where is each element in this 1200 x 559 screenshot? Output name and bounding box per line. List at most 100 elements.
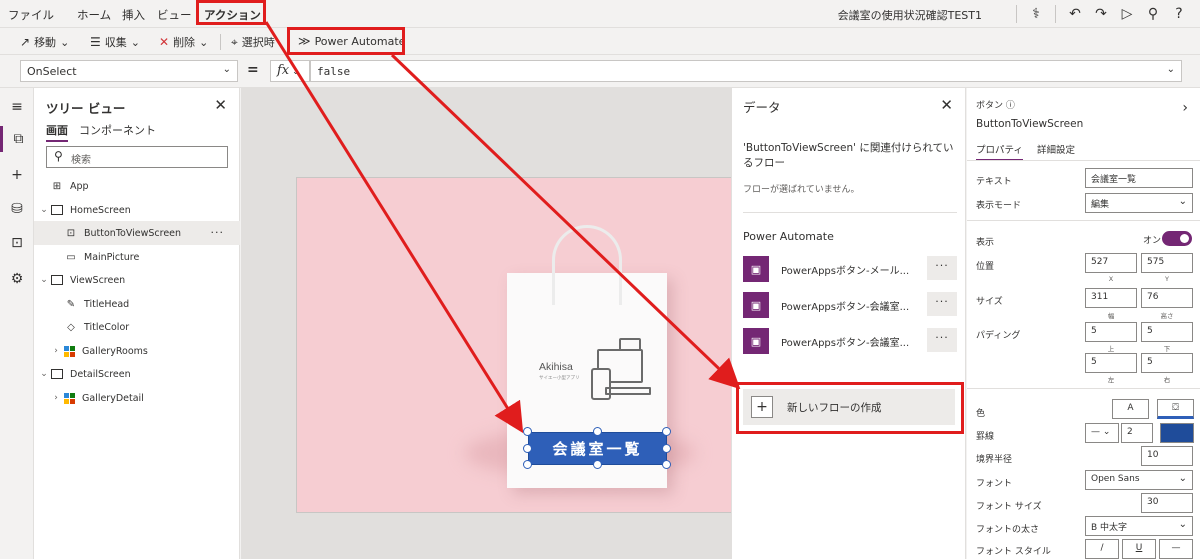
resize-handle[interactable] (593, 460, 602, 469)
flow-item[interactable]: ▣ PowerAppsボタン-会議室... ··· (743, 290, 957, 320)
radius-input[interactable]: 10 (1141, 446, 1193, 466)
text-color-button[interactable]: A (1112, 399, 1149, 419)
help-circle-icon[interactable]: ⓘ (1006, 101, 1015, 111)
formula-input[interactable]: false ⌄ (310, 60, 1182, 82)
resize-handle[interactable] (523, 427, 532, 436)
tree-search-input[interactable]: ⚲ 検索 (46, 146, 228, 168)
resize-handle[interactable] (593, 427, 602, 436)
home-screen-canvas[interactable]: Akihisa サイエー小型アプリ 会議室一覧 (296, 177, 736, 513)
menu-file[interactable]: ファイル (8, 7, 54, 23)
bag-brand-text: Akihisa (539, 361, 573, 373)
data-icon[interactable]: ⛁ (0, 196, 34, 222)
width-value: 311 (1091, 292, 1109, 302)
menu-view[interactable]: ビュー (157, 7, 192, 23)
font-weight-dropdown[interactable]: B 中太字 ⌄ (1085, 516, 1193, 536)
underline-button[interactable]: U (1122, 539, 1156, 559)
position-y-input[interactable]: 575 (1141, 253, 1193, 273)
tree-item-mainpicture[interactable]: ▭ MainPicture (34, 245, 240, 269)
more-options-icon[interactable]: ··· (927, 292, 957, 316)
tree-item-titlehead[interactable]: ✎ TitleHead (34, 292, 240, 316)
tree-item-gallerydetail[interactable]: › GalleryDetail (34, 386, 240, 410)
menu-home[interactable]: ホーム (77, 7, 111, 23)
flow-icon: ▣ (743, 292, 769, 318)
border-color-button[interactable] (1160, 423, 1194, 443)
label-control-icon: ✎ (66, 298, 76, 310)
menu-bar: ファイル ホーム 挿入 ビュー アクション 会議室の使用状況確認TEST1 ⚕ … (0, 0, 1200, 28)
image-control-icon: ▭ (66, 251, 76, 263)
width-input[interactable]: 311 (1085, 288, 1137, 308)
resize-handle[interactable] (523, 460, 532, 469)
font-weight-value: B 中太字 (1091, 523, 1128, 533)
insert-plus-icon[interactable]: + (0, 162, 34, 188)
font-size-input[interactable]: 30 (1141, 493, 1193, 513)
chevron-right-icon: › (54, 393, 58, 403)
close-icon[interactable]: ✕ (940, 96, 953, 114)
chevron-right-icon[interactable]: › (1182, 100, 1188, 116)
tree-view-icon[interactable]: ⧉ (0, 126, 34, 152)
visible-toggle[interactable] (1162, 231, 1192, 246)
tree-item-viewscreen[interactable]: ⌄ ViewScreen (34, 268, 240, 292)
undo-icon[interactable]: ↶ (1062, 3, 1088, 25)
formula-bar: OnSelect ⌄ = fx ⌄ false ⌄ (0, 55, 1200, 88)
resize-handle[interactable] (662, 427, 671, 436)
media-icon[interactable]: ⊡ (0, 230, 34, 256)
border-style-dropdown[interactable]: — ⌄ (1085, 423, 1119, 443)
close-icon[interactable]: ✕ (214, 96, 227, 114)
tree-item-titlecolor[interactable]: ◇ TitleColor (34, 315, 240, 339)
tree-item-app[interactable]: ⊞ App (34, 174, 240, 198)
resize-handle[interactable] (662, 460, 671, 469)
advanced-tools-icon[interactable]: ⚙ (0, 266, 34, 292)
italic-button[interactable]: / (1085, 539, 1119, 559)
collection-label: 収集 (104, 36, 127, 49)
tab-properties[interactable]: プロパティ (976, 142, 1023, 161)
move-button[interactable]: ↗ 移動 ⌄ (20, 34, 69, 50)
font-dropdown[interactable]: Open Sans ⌄ (1085, 470, 1193, 490)
fill-color-button[interactable]: ⛋ (1157, 399, 1194, 419)
display-mode-dropdown[interactable]: 編集 ⌄ (1085, 193, 1193, 213)
play-icon[interactable]: ▷ (1114, 3, 1140, 25)
visible-label: 表示 (976, 238, 995, 248)
app-checker-icon[interactable]: ⚕ (1023, 3, 1049, 25)
position-x-input[interactable]: 527 (1085, 253, 1137, 273)
chevron-down-icon: ⌄ (1178, 196, 1187, 207)
tab-advanced[interactable]: 詳細設定 (1037, 142, 1075, 156)
tree-item-galleryrooms[interactable]: › GalleryRooms (34, 339, 240, 363)
tree-item-homescreen[interactable]: ⌄ HomeScreen (34, 198, 240, 222)
padding-left-input[interactable]: 5 (1085, 353, 1137, 373)
padding-bottom-input[interactable]: 5 (1141, 322, 1193, 342)
border-label: 罫線 (976, 432, 995, 442)
tree-item-buttontoviewscreen[interactable]: ⊡ ButtonToViewScreen ··· (34, 221, 240, 245)
padding-top-input[interactable]: 5 (1085, 322, 1137, 342)
height-input[interactable]: 76 (1141, 288, 1193, 308)
flow-item[interactable]: ▣ PowerAppsボタン-会議室... ··· (743, 326, 957, 356)
border-width-value: 2 (1127, 427, 1133, 437)
on-select-button[interactable]: ⌖ 選択時 (231, 34, 275, 50)
more-options-icon[interactable]: ··· (927, 256, 957, 280)
tab-screens[interactable]: 画面 (46, 122, 68, 142)
tree-item-label: ButtonToViewScreen (84, 227, 182, 239)
delete-button[interactable]: ✕ 削除 ⌄ (159, 34, 208, 50)
resize-handle[interactable] (662, 444, 671, 453)
on-select-label: 選択時 (241, 36, 275, 49)
tree-item-detailscreen[interactable]: ⌄ DetailScreen (34, 362, 240, 386)
tab-components[interactable]: コンポーネント (79, 122, 156, 138)
share-user-icon[interactable]: ⚲ (1140, 3, 1166, 25)
hamburger-icon[interactable]: ≡ (0, 94, 34, 120)
padding-right-input[interactable]: 5 (1141, 353, 1193, 373)
cursor-icon: ⌖ (231, 34, 238, 49)
text-input[interactable]: 会議室一覧 (1085, 168, 1193, 188)
collection-button[interactable]: ☰ 収集 ⌄ (90, 34, 140, 50)
strikethrough-button[interactable]: — (1159, 539, 1193, 559)
menu-insert[interactable]: 挿入 (122, 7, 145, 23)
fx-button[interactable]: fx ⌄ (270, 60, 310, 82)
underline-icon: U (1135, 543, 1143, 553)
help-icon[interactable]: ? (1166, 3, 1192, 25)
more-options-icon[interactable]: ··· (211, 226, 225, 239)
flow-item[interactable]: ▣ PowerAppsボタン-メール... ··· (743, 254, 957, 284)
border-width-input[interactable]: 2 (1121, 423, 1153, 443)
more-options-icon[interactable]: ··· (927, 328, 957, 352)
resize-handle[interactable] (523, 444, 532, 453)
property-dropdown[interactable]: OnSelect ⌄ (20, 60, 238, 82)
redo-icon[interactable]: ↷ (1088, 3, 1114, 25)
height-caption: 高さ (1160, 312, 1174, 320)
